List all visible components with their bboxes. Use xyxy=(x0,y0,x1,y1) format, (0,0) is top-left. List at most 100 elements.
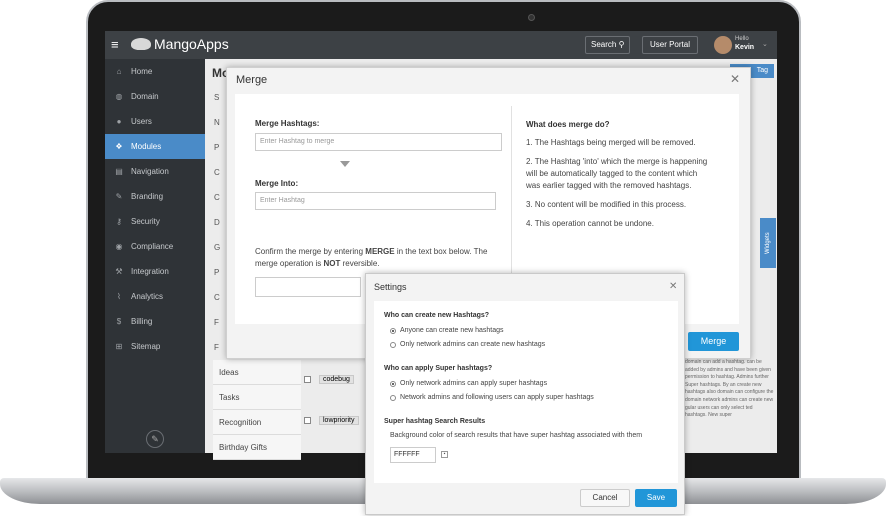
settings-dialog: Settings ✕ Who can create new Hashtags? … xyxy=(365,273,685,515)
confirm-text-part: reversible. xyxy=(340,259,380,268)
sidebar-item-integration[interactable]: ⚒ Integration xyxy=(105,259,205,284)
list-item[interactable]: F xyxy=(214,310,220,335)
radio-icon xyxy=(390,394,396,401)
tag-chip: lowpriority xyxy=(319,415,359,425)
search-icon: ⚲ xyxy=(618,40,625,49)
list-item[interactable]: Recognition xyxy=(213,410,301,435)
rule-item: 2. The Hashtag 'into' which the merge is… xyxy=(526,157,708,190)
navigation-icon: ▤ xyxy=(115,167,123,176)
app-name: MangoApps xyxy=(154,36,229,52)
list-item[interactable]: Birthday Gifts xyxy=(213,435,301,460)
close-icon[interactable]: ✕ xyxy=(669,281,677,292)
radio-label: Network admins and following users can a… xyxy=(400,394,594,401)
list-item[interactable]: N xyxy=(214,110,220,135)
list-item[interactable]: Ideas xyxy=(213,360,301,385)
avatar[interactable] xyxy=(714,36,732,54)
sidebar-item-label: Home xyxy=(131,67,153,76)
brush-icon: ✎ xyxy=(115,192,123,201)
confirm-keyword: MERGE xyxy=(365,247,395,256)
radio-admins-following-super[interactable]: Network admins and following users can a… xyxy=(390,394,594,401)
settings-dialog-title: Settings xyxy=(374,282,407,292)
search-label: Search xyxy=(591,40,617,49)
user-name[interactable]: Kevin xyxy=(735,44,754,51)
rule-item: 3. No content will be modified in this p… xyxy=(526,200,687,209)
sidebar-item-compliance[interactable]: ◉ Compliance xyxy=(105,234,205,259)
sidebar-item-label: Integration xyxy=(131,267,169,276)
sidebar-item-home[interactable]: ⌂ Home xyxy=(105,59,205,84)
search-button[interactable]: Search ⚲ xyxy=(585,36,631,54)
dollar-icon: $ xyxy=(116,317,122,326)
chart-icon: ⌇ xyxy=(117,292,121,301)
sidebar-item-label: Domain xyxy=(131,92,159,101)
modules-icon: ❖ xyxy=(115,142,123,151)
merge-into-input[interactable]: Enter Hashtag xyxy=(255,192,496,210)
pencil-icon[interactable]: ✎ xyxy=(146,430,164,448)
sidebar-item-navigation[interactable]: ▤ Navigation xyxy=(105,159,205,184)
mango-logo-icon xyxy=(131,38,151,50)
radio-admins-super[interactable]: Only network admins can apply super hash… xyxy=(390,380,547,387)
list-item[interactable]: D xyxy=(214,210,220,235)
confirm-merge-input[interactable] xyxy=(255,277,361,297)
cancel-button[interactable]: Cancel xyxy=(580,489,630,507)
list-item[interactable]: Tasks xyxy=(213,385,301,410)
tag-checkbox[interactable] xyxy=(304,375,311,383)
save-button[interactable]: Save xyxy=(635,489,677,507)
tag-row[interactable]: lowpriority xyxy=(304,414,359,426)
sidebar-item-modules[interactable]: ❖ Modules xyxy=(105,134,205,159)
radio-label: Only network admins can apply super hash… xyxy=(400,380,548,387)
radio-admins-create[interactable]: Only network admins can create new hasht… xyxy=(390,341,545,348)
app-logo[interactable]: MangoApps xyxy=(131,36,229,52)
radio-anyone-create[interactable]: Anyone can create new hashtags xyxy=(390,327,504,334)
sidebar-item-label: Sitemap xyxy=(131,342,161,351)
list-item[interactable]: C xyxy=(214,285,220,310)
confirm-text: Confirm the merge by entering MERGE in t… xyxy=(255,246,505,270)
sidebar-item-sitemap[interactable]: ⊞ Sitemap xyxy=(105,334,205,359)
menu-icon[interactable]: ≡ xyxy=(111,37,119,52)
sidebar-item-branding[interactable]: ✎ Branding xyxy=(105,184,205,209)
wrench-icon: ⚒ xyxy=(115,267,123,276)
chevron-down-icon[interactable]: ⌄ xyxy=(762,40,768,48)
top-bar: ≡ MangoApps Search ⚲ User Portal Hello K… xyxy=(105,31,777,59)
sidebar-list: ⌂ Home ◍ Domain ● Users ❖ Modules ▤ Navigation ✎ Br… xyxy=(105,59,205,359)
home-icon: ⌂ xyxy=(116,67,122,76)
color-input[interactable]: FFFFFF xyxy=(390,447,436,463)
sidebar-item-security[interactable]: ⚷ Security xyxy=(105,209,205,234)
sidebar-item-label: Security xyxy=(131,217,160,226)
sidebar-item-billing[interactable]: $ Billing xyxy=(105,309,205,334)
what-does-merge-do-heading: What does merge do? xyxy=(526,120,610,129)
close-icon[interactable]: ✕ xyxy=(730,72,740,86)
merge-hashtags-label: Merge Hashtags: xyxy=(255,119,320,128)
help-text: domain can add a hashtag. can be added b… xyxy=(685,359,774,419)
tag-chip: codebug xyxy=(319,374,354,384)
color-picker-icon[interactable]: ▪ xyxy=(441,451,448,458)
user-icon: ● xyxy=(116,117,122,126)
sidebar-item-label: Analytics xyxy=(131,292,164,301)
key-icon: ⚷ xyxy=(116,217,122,226)
user-portal-button[interactable]: User Portal xyxy=(642,36,698,54)
sidebar-item-analytics[interactable]: ⌇ Analytics xyxy=(105,284,205,309)
sidebar-item-users[interactable]: ● Users xyxy=(105,109,205,134)
list-item[interactable]: G xyxy=(214,235,220,260)
sidebar-item-domain[interactable]: ◍ Domain xyxy=(105,84,205,109)
radio-label: Only network admins can create new hasht… xyxy=(400,341,546,348)
camera-icon xyxy=(528,14,535,21)
confirm-text-part: Confirm the merge by entering xyxy=(255,247,366,256)
list-item[interactable]: S xyxy=(214,85,220,110)
search-results-heading: Super hashtag Search Results xyxy=(384,418,486,425)
sidebar-item-label: Compliance xyxy=(131,242,174,251)
merge-button[interactable]: Merge xyxy=(688,332,739,351)
super-hashtags-heading: Who can apply Super hashtags? xyxy=(384,365,493,372)
tag-checkbox[interactable] xyxy=(304,416,311,424)
widgets-tab[interactable]: Widgets xyxy=(760,218,776,268)
create-hashtags-heading: Who can create new Hashtags? xyxy=(384,312,490,319)
list-item[interactable]: C xyxy=(214,185,220,210)
radio-label: Anyone can create new hashtags xyxy=(400,327,504,334)
tag-row[interactable]: codebug xyxy=(304,373,354,385)
list-item[interactable]: P xyxy=(214,135,220,160)
list-item[interactable]: F xyxy=(214,335,220,360)
merge-hashtag-input[interactable]: Enter Hashtag to merge xyxy=(255,133,502,151)
settings-dialog-body: Who can create new Hashtags? Anyone can … xyxy=(374,301,678,483)
merge-dialog-title: Merge xyxy=(236,74,268,86)
list-item[interactable]: P xyxy=(214,260,220,285)
list-item[interactable]: C xyxy=(214,160,220,185)
